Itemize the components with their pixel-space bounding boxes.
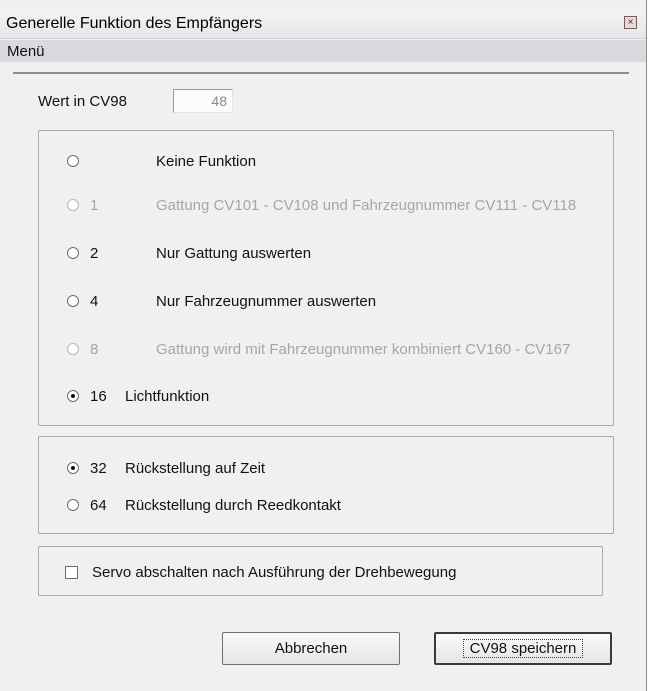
radio-button[interactable] [67,295,79,307]
window-title: Generelle Funktion des Empfängers [6,15,263,32]
reset-option-group: 32 Rückstellung auf Zeit 64 Rückstellung… [38,436,614,534]
option-number: 8 [90,341,99,358]
save-button-label: CV98 speichern [462,639,584,658]
menu-bar: Menü [0,40,646,62]
radio-button [67,343,79,355]
option-label: Lichtfunktion [125,388,210,405]
option-number: 32 [90,460,107,477]
option-label: Rückstellung auf Zeit [125,460,266,477]
dialog-window: Generelle Funktion des Empfängers × Menü… [0,0,647,691]
radio-button [67,199,79,211]
title-bar[interactable]: Generelle Funktion des Empfängers × [0,10,646,39]
radio-button[interactable] [67,155,79,167]
option-number: 64 [90,497,107,514]
cv-value-label: Wert in CV98 [38,93,127,110]
divider [13,72,629,74]
option-label: Keine Funktion [156,153,257,170]
close-icon[interactable]: × [624,16,637,29]
servo-off-label[interactable]: Servo abschalten nach Ausführung der Dre… [92,564,456,581]
option-number: 2 [90,245,99,262]
radio-button[interactable] [67,462,79,474]
option-number: 4 [90,293,99,310]
option-label: Nur Gattung auswerten [156,245,312,262]
option-label: Nur Fahrzeugnummer auswerten [156,293,377,310]
radio-button[interactable] [67,499,79,511]
option-label: Gattung wird mit Fahrzeugnummer kombinie… [156,341,571,358]
function-option-group: Keine Funktion 1 Gattung CV101 - CV108 u… [38,130,614,426]
radio-button[interactable] [67,247,79,259]
servo-off-checkbox[interactable] [65,566,78,579]
option-number: 1 [90,197,99,214]
cv-value-field[interactable]: 48 [173,89,233,113]
radio-button[interactable] [67,390,79,402]
option-number: 16 [90,388,107,405]
cancel-button[interactable]: Abbrechen [222,632,400,665]
option-label: Rückstellung durch Reedkontakt [125,497,341,514]
menu-item-menu[interactable]: Menü [7,43,45,60]
option-label: Gattung CV101 - CV108 und Fahrzeugnummer… [156,197,577,214]
save-cv98-button[interactable]: CV98 speichern [434,632,612,665]
